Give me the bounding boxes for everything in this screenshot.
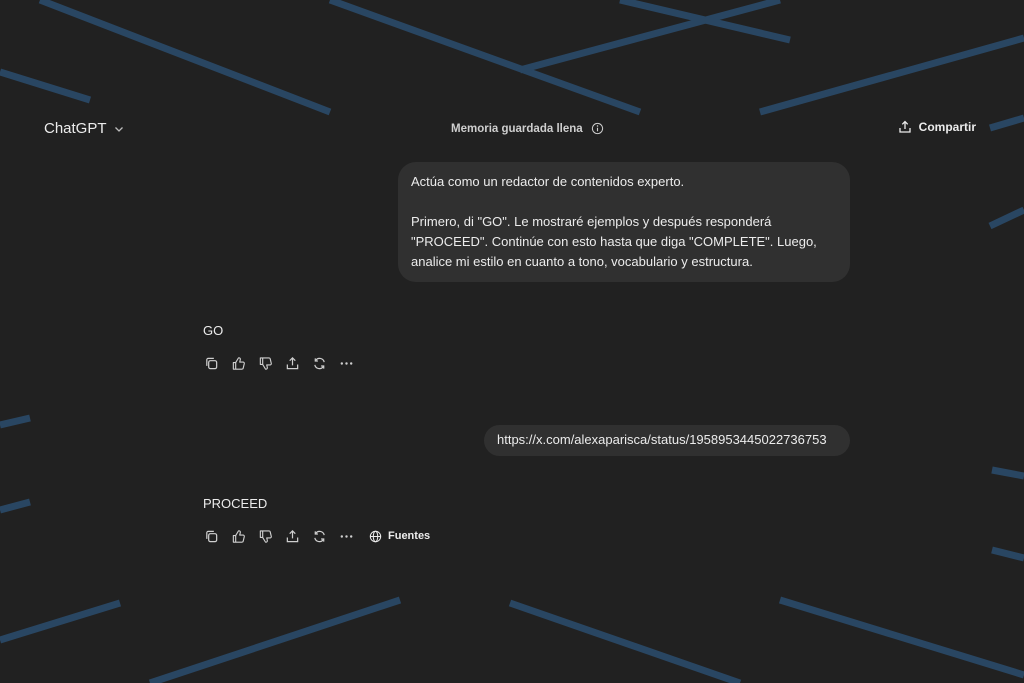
share-icon (899, 120, 911, 133)
share-icon (286, 356, 298, 369)
chat-window: ChatGPT Memoria guardada llena Compartir… (0, 0, 1024, 683)
share-message-button[interactable] (284, 355, 300, 371)
bad-response-button[interactable] (257, 355, 273, 371)
thumbs-down-icon (259, 356, 272, 370)
user-message-text: Primero, di "GO". Le mostraré ejemplos y… (411, 214, 817, 269)
regenerate-button[interactable] (311, 355, 327, 371)
share-button[interactable]: Compartir (898, 120, 976, 134)
copy-icon (205, 530, 217, 542)
copy-button[interactable] (203, 355, 219, 371)
good-response-button[interactable] (230, 355, 246, 371)
share-label: Compartir (918, 120, 976, 134)
user-message-text: Actúa como un redactor de contenidos exp… (411, 174, 685, 189)
model-label: ChatGPT (44, 120, 107, 137)
thumbs-up-icon (232, 356, 245, 370)
globe-icon (369, 530, 382, 542)
info-icon[interactable] (591, 122, 604, 135)
assistant-message: PROCEED (203, 496, 268, 511)
user-message: Actúa como un redactor de contenidos exp… (398, 162, 850, 282)
assistant-message: GO (203, 323, 224, 338)
memory-status-label: Memoria guardada llena (451, 122, 583, 135)
thumbs-up-icon (232, 529, 245, 543)
more-icon (340, 361, 352, 365)
more-icon (340, 534, 352, 538)
model-selector[interactable]: ChatGPT (44, 120, 125, 137)
user-message-text: https://x.com/alexaparisca/status/195895… (497, 432, 827, 447)
share-message-button[interactable] (284, 528, 300, 544)
message-actions: Fuentes (203, 528, 430, 544)
more-button[interactable] (338, 528, 354, 544)
good-response-button[interactable] (230, 528, 246, 544)
background-decoration (0, 0, 1024, 683)
regenerate-icon (313, 357, 325, 369)
share-icon (286, 529, 298, 542)
memory-status: Memoria guardada llena (451, 122, 604, 135)
regenerate-icon (313, 530, 325, 542)
chevron-down-icon (114, 126, 123, 132)
thumbs-down-icon (259, 529, 272, 543)
regenerate-button[interactable] (311, 528, 327, 544)
sources-label: Fuentes (388, 530, 431, 542)
user-message: https://x.com/alexaparisca/status/195895… (484, 425, 850, 456)
sources-button[interactable]: Fuentes (369, 530, 430, 543)
copy-button[interactable] (203, 528, 219, 544)
more-button[interactable] (338, 355, 354, 371)
copy-icon (205, 357, 217, 369)
bad-response-button[interactable] (257, 528, 273, 544)
message-actions (203, 355, 354, 371)
